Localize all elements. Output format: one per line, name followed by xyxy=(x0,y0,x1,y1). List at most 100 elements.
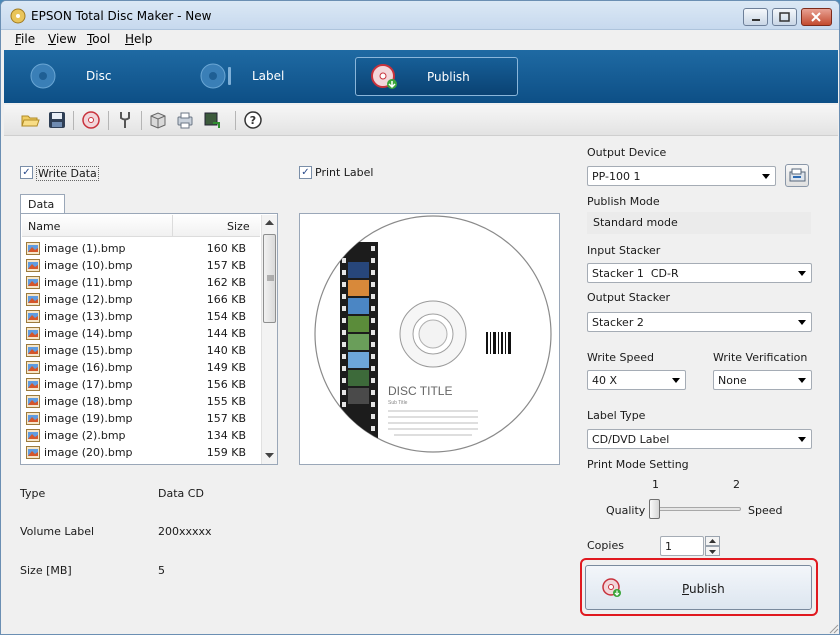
write-data-checkbox[interactable]: ✓ xyxy=(20,166,33,179)
save-icon[interactable] xyxy=(47,110,67,130)
label-type-value: CD/DVD Label xyxy=(592,433,670,446)
bitmap-file-icon xyxy=(26,361,40,374)
publish-disc-icon xyxy=(602,578,621,597)
list-item[interactable]: image (19).bmp 157 KB xyxy=(23,410,259,427)
copies-decrement-button[interactable] xyxy=(705,546,720,556)
file-name: image (2).bmp xyxy=(44,429,126,442)
scrollbar-thumb[interactable] xyxy=(263,234,276,323)
volume-label-label: Volume Label xyxy=(20,525,95,538)
print-icon[interactable] xyxy=(175,110,195,130)
bitmap-file-icon xyxy=(26,395,40,408)
scroll-down-icon[interactable] xyxy=(265,453,274,459)
list-item[interactable]: image (12).bmp 166 KB xyxy=(23,291,259,308)
publish-button[interactable]: Publish xyxy=(585,565,812,610)
chevron-down-icon xyxy=(672,378,680,383)
input-stacker-select[interactable]: Stacker 1 CD-R xyxy=(587,263,812,283)
toolbar-separator xyxy=(235,111,236,130)
input-stacker-value: Stacker 1 CD-R xyxy=(592,267,679,280)
list-item[interactable]: image (1).bmp 160 KB xyxy=(23,240,259,257)
close-icon xyxy=(811,12,821,22)
list-item[interactable]: image (14).bmp 144 KB xyxy=(23,325,259,342)
copies-input[interactable]: 1 xyxy=(660,536,704,556)
write-speed-select[interactable]: 40 X xyxy=(587,370,686,390)
print-mode-slider-track[interactable] xyxy=(649,507,741,511)
copies-increment-button[interactable] xyxy=(705,536,720,546)
list-item[interactable]: image (13).bmp 154 KB xyxy=(23,308,259,325)
minimize-button[interactable] xyxy=(743,8,768,26)
settings-tool-icon[interactable] xyxy=(115,110,135,130)
mode-label-button[interactable]: Label xyxy=(189,57,339,96)
disc-subtitle-text: Sub Title xyxy=(388,400,408,406)
list-item[interactable]: image (17).bmp 156 KB xyxy=(23,376,259,393)
bitmap-file-icon xyxy=(26,446,40,459)
chevron-down-icon xyxy=(798,271,806,276)
file-name: image (13).bmp xyxy=(44,310,133,323)
output-device-select[interactable]: PP-100 1 xyxy=(587,166,776,186)
menu-help[interactable]: Help xyxy=(125,32,152,46)
print-mode-speed-label: Speed xyxy=(748,504,783,517)
publish-mode-value-box: Standard mode xyxy=(587,212,811,234)
list-item[interactable]: image (2).bmp 134 KB xyxy=(23,427,259,444)
file-name: image (1).bmp xyxy=(44,242,126,255)
device-properties-button[interactable] xyxy=(785,164,809,187)
list-item[interactable]: image (16).bmp 149 KB xyxy=(23,359,259,376)
menu-file[interactable]: File xyxy=(15,32,35,46)
list-item[interactable]: image (20).bmp 159 KB xyxy=(23,444,259,461)
label-type-select[interactable]: CD/DVD Label xyxy=(587,429,812,449)
file-name: image (12).bmp xyxy=(44,293,133,306)
main-window: EPSON Total Disc Maker - New File View T… xyxy=(0,0,840,635)
menu-file-label: ile xyxy=(21,32,36,46)
toolbar-separator xyxy=(141,111,142,130)
open-folder-icon[interactable] xyxy=(20,110,40,130)
publish-accel: P xyxy=(682,582,690,596)
list-item[interactable]: image (18).bmp 155 KB xyxy=(23,393,259,410)
close-button[interactable] xyxy=(801,8,832,26)
help-icon[interactable]: ? xyxy=(243,110,263,130)
file-list[interactable]: Name Size image (1).bmp 160 KB image (10).… xyxy=(20,213,278,465)
file-size: 160 KB xyxy=(206,242,246,255)
list-item[interactable]: image (11).bmp 162 KB xyxy=(23,274,259,291)
list-item[interactable]: image (10).bmp 157 KB xyxy=(23,257,259,274)
label-type-label: Label Type xyxy=(587,409,646,422)
disc-icon[interactable] xyxy=(81,110,101,130)
write-verification-select[interactable]: None xyxy=(713,370,812,390)
input-stacker-label: Input Stacker xyxy=(587,244,661,257)
write-data-label: Write Data xyxy=(36,166,99,181)
scroll-up-icon[interactable] xyxy=(265,220,274,226)
print-mode-setting-label: Print Mode Setting xyxy=(587,458,689,471)
bitmap-file-icon xyxy=(26,276,40,289)
output-stacker-select[interactable]: Stacker 2 xyxy=(587,312,812,332)
disc-preview: DISC TITLE Sub Title xyxy=(299,213,560,465)
toolbar-separator xyxy=(108,111,109,130)
bitmap-file-icon xyxy=(26,327,40,340)
file-size: 134 KB xyxy=(206,429,246,442)
type-label: Type xyxy=(20,487,46,500)
resize-grip-icon[interactable] xyxy=(827,622,839,634)
maximize-button[interactable] xyxy=(772,8,797,26)
print-label-checkbox[interactable]: ✓ xyxy=(299,166,312,179)
column-name-header[interactable]: Name xyxy=(28,220,60,233)
publish-button-label: Publish xyxy=(682,582,725,596)
type-value: Data CD xyxy=(158,487,204,500)
print-mode-tick-2: 2 xyxy=(733,478,740,491)
file-size: 149 KB xyxy=(206,361,246,374)
minimize-icon xyxy=(752,19,760,21)
menu-view[interactable]: View xyxy=(48,32,76,46)
file-name: image (10).bmp xyxy=(44,259,133,272)
bitmap-file-icon xyxy=(26,293,40,306)
file-name: image (18).bmp xyxy=(44,395,133,408)
export-icon[interactable] xyxy=(202,110,222,130)
mode-disc-button[interactable]: Disc xyxy=(14,57,164,96)
vertical-scrollbar[interactable] xyxy=(261,215,277,464)
spin-up-icon xyxy=(709,539,716,543)
mode-publish-button[interactable]: Publish xyxy=(355,57,518,96)
pack-icon[interactable] xyxy=(148,110,168,130)
chevron-down-icon xyxy=(798,437,806,442)
list-item[interactable]: image (15).bmp 140 KB xyxy=(23,342,259,359)
menu-tool[interactable]: Tool xyxy=(87,32,110,46)
tab-data[interactable]: Data xyxy=(20,194,65,214)
publish-mode-value: Standard mode xyxy=(593,216,678,229)
print-mode-slider-thumb[interactable] xyxy=(649,499,660,519)
printer-properties-icon xyxy=(789,168,806,182)
column-size-header[interactable]: Size xyxy=(227,220,250,233)
